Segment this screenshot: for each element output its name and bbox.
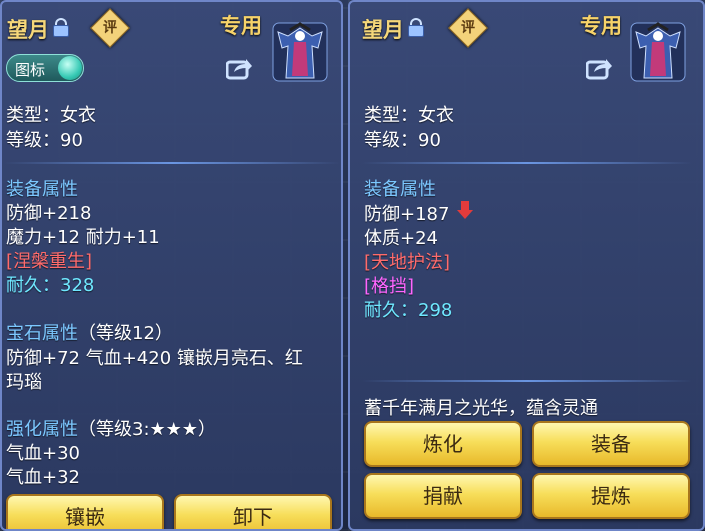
toggle-label: 图标 [15,61,46,79]
durability-line: 耐久：298 [364,296,452,322]
equip-attr-title: 装备属性 [364,179,436,200]
eval-badge-icon[interactable]: 评 [90,8,130,48]
donate-button[interactable]: 捐献 [364,473,522,519]
lock-icon [53,18,69,37]
level-line: 等级：90 [6,130,83,151]
equipped-item-panel: 望月 评 专用 图标 类型：女衣 等级：90 装备属性 防御+218 魔力+12… [0,0,343,531]
robe-item-icon [272,22,328,82]
special-effect: [格挡] [364,276,415,297]
attr-line: 体质+24 [364,228,438,249]
attr-line: 魔力+12 耐力+11 [6,227,160,248]
arrow-down-icon [457,201,473,219]
unload-button[interactable]: 卸下 [174,494,332,529]
type-line: 类型：女衣 [6,105,96,126]
special-skill: [涅槃重生] [6,251,93,272]
item-title: 望月 [7,18,49,42]
special-skill: [天地护法] [364,252,451,273]
gem-attr-title: 宝石属性 [6,323,78,344]
lock-icon [408,18,424,37]
gem-attr-level: （等级12） [78,323,173,344]
durability-value: 328 [60,275,95,296]
toggle-knob [58,56,82,80]
item-title: 望月 [362,18,404,42]
divider [362,162,692,164]
enhance-line: 气血+30 [6,443,80,464]
level-line: 等级：90 [364,130,441,151]
compare-item-panel: 望月 评 专用 类型：女衣 等级：90 装备属性 防御+187 体质+24 [天… [348,0,705,531]
divider [4,162,340,164]
enhance-level: （等级3:★★★） [78,419,216,440]
divider [362,380,692,382]
inlay-button[interactable]: 镶嵌 [6,494,164,529]
robe-item-icon [630,22,686,82]
exclusive-label: 专用 [220,14,262,38]
enhance-heading: 强化属性（等级3:★★★） [6,415,216,441]
gem-attr-heading: 宝石属性（等级12） [6,319,173,345]
type-line: 类型：女衣 [364,105,454,126]
exclusive-label: 专用 [580,14,622,38]
durability-label: 耐久： [6,275,60,296]
attr-line: 防御+218 [6,203,92,224]
equip-attr-title: 装备属性 [6,179,78,200]
item-description: 蓄千年满月之光华，蕴含灵通 [364,398,598,419]
eval-badge-icon[interactable]: 评 [448,8,488,48]
share-icon[interactable] [586,56,612,80]
icon-toggle[interactable]: 图标 [6,54,84,82]
attr-line: 防御+187 [364,204,450,225]
extract-button[interactable]: 提炼 [532,473,690,519]
durability-label: 耐久： [364,300,418,321]
durability-value: 298 [418,300,453,321]
gem-line: 防御+72 气血+420 镶嵌月亮石、红 [6,348,303,369]
enhance-line: 气血+32 [6,467,80,488]
durability-line: 耐久：328 [6,271,94,297]
enhance-title: 强化属性 [6,419,78,440]
refine-button[interactable]: 炼化 [364,421,522,467]
equip-button[interactable]: 装备 [532,421,690,467]
gem-line: 玛瑙 [6,372,42,393]
share-icon[interactable] [226,56,252,80]
